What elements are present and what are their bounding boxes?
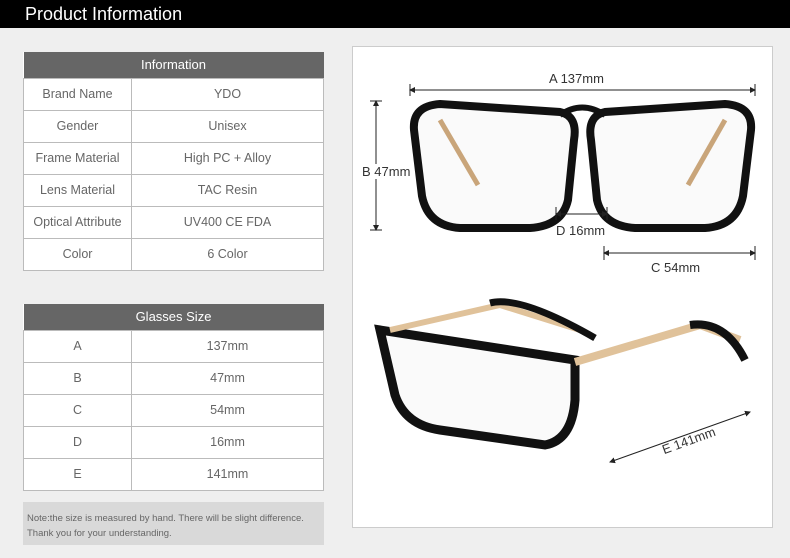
dimension-d-label: D 16mm [556, 223, 606, 238]
glasses-front-image [409, 99, 756, 232]
glasses-diagram [370, 84, 756, 464]
dimension-c-label: C 54mm [651, 260, 701, 275]
dimension-a-label: A 137mm [546, 71, 607, 86]
glasses-side-image [374, 298, 749, 450]
dimension-b-label: B 47mm [362, 164, 411, 179]
